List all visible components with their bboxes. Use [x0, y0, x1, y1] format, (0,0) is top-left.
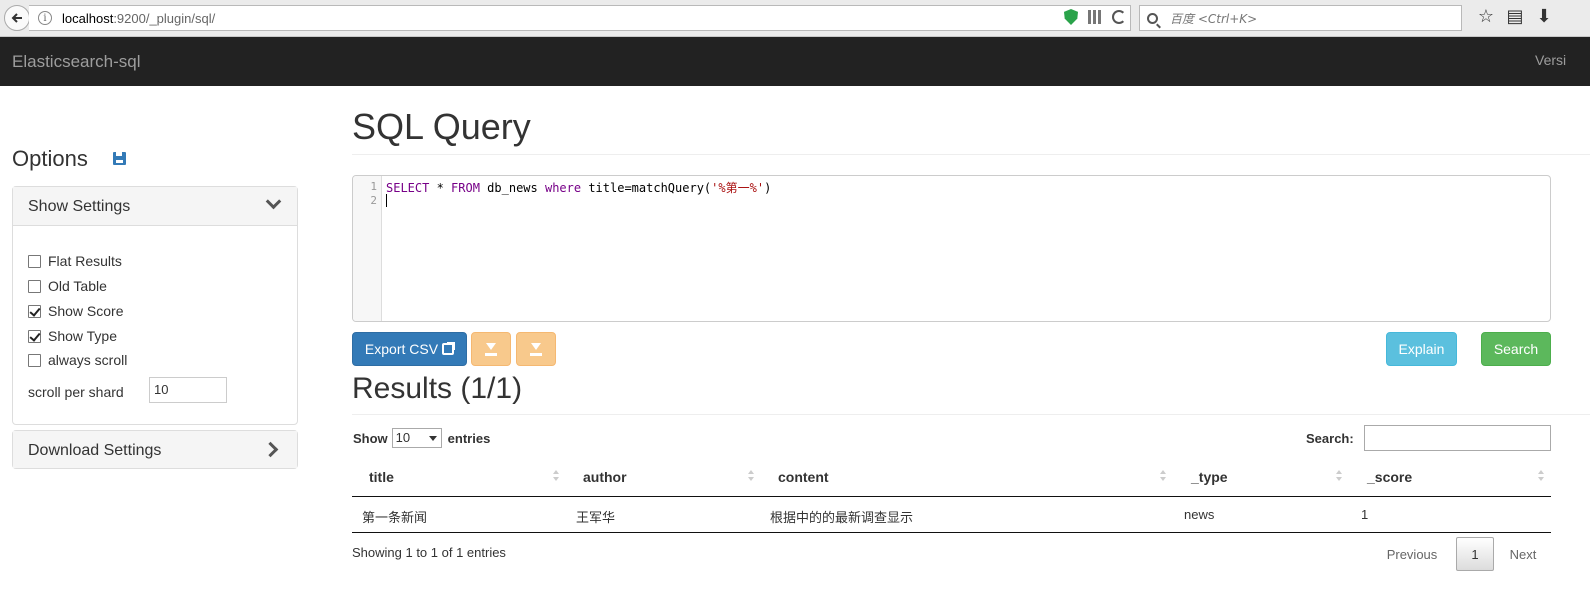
version-link[interactable]: Versi [1535, 52, 1566, 68]
checkbox[interactable] [28, 304, 41, 318]
reload-icon[interactable] [1112, 10, 1126, 24]
table-search-label: Search: [1306, 431, 1354, 446]
reader-list-icon[interactable]: ▤ [1505, 7, 1525, 27]
cell-content: 根据中的的最新调查显示 [770, 511, 914, 526]
download-settings-panel: Download Settings [12, 430, 298, 469]
caret-down-icon [428, 436, 437, 441]
show-settings-title: Show Settings [28, 198, 131, 215]
checkbox-show-type[interactable]: Show Type [28, 327, 117, 345]
column-header-title[interactable]: title [369, 469, 394, 485]
checkbox-always-scroll[interactable]: always scroll [28, 351, 127, 369]
checkbox[interactable] [28, 254, 41, 268]
checkbox[interactable] [28, 329, 41, 343]
table-row: 第一条新闻 王军华 根据中的的最新调查显示 news 1 [352, 497, 1551, 533]
download-all-icon [530, 342, 542, 356]
page-length-select[interactable]: 10 [391, 428, 442, 448]
sql-code-line: SELECT * FROM db_news where title=matchQ… [386, 181, 772, 195]
scroll-per-shard-label: scroll per shard [28, 384, 124, 400]
divider [352, 414, 1590, 415]
cell-title: 第一条新闻 [362, 511, 428, 526]
column-header-content[interactable]: content [778, 469, 829, 485]
line-number: 2 [370, 194, 377, 207]
back-arrow-icon [11, 13, 22, 23]
checkbox-flat-results[interactable]: Flat Results [28, 252, 122, 270]
url-text: localhost:9200/_plugin/sql/ [62, 10, 216, 26]
line-number: 1 [370, 180, 377, 193]
line-number-gutter: 1 2 [353, 176, 382, 321]
column-header-type[interactable]: _type [1191, 469, 1228, 485]
download-settings-header[interactable]: Download Settings [13, 431, 297, 468]
qr-code-icon[interactable] [1088, 10, 1102, 24]
search-icon [1147, 12, 1158, 24]
column-header-score[interactable]: _score [1367, 469, 1412, 485]
back-button[interactable] [4, 5, 30, 31]
show-settings-panel: Show Settings Flat Results Old Table Sho… [12, 186, 298, 425]
sort-icon[interactable] [748, 470, 755, 482]
page-title: SQL Query [352, 106, 531, 147]
top-navbar: Elasticsearch-sql Versi [0, 37, 1590, 86]
sort-icon[interactable] [553, 470, 560, 482]
page-length-control: Show 10 entries [353, 428, 490, 448]
show-settings-header[interactable]: Show Settings [13, 187, 297, 226]
checkbox-show-score[interactable]: Show Score [28, 302, 123, 320]
cell-author: 王军华 [576, 511, 616, 526]
download-icon [485, 342, 497, 356]
shield-icon[interactable] [1064, 9, 1078, 25]
chevron-right-icon [262, 441, 279, 458]
table-search-input[interactable] [1364, 425, 1551, 451]
previous-page-button[interactable]: Previous [1375, 537, 1449, 571]
sort-icon[interactable] [1336, 470, 1343, 482]
sql-editor[interactable]: 1 2 SELECT * FROM db_news where title=ma… [352, 175, 1551, 322]
address-bar[interactable]: i localhost:9200/_plugin/sql/ [29, 5, 1131, 31]
checkbox-old-table[interactable]: Old Table [28, 277, 107, 295]
results-title: Results (1/1) [352, 372, 523, 405]
brand-link[interactable]: Elasticsearch-sql [12, 52, 141, 72]
bookmark-star-icon[interactable]: ☆ [1476, 7, 1496, 27]
info-icon[interactable]: i [38, 11, 52, 25]
sort-icon[interactable] [1160, 470, 1167, 482]
browser-toolbar: i localhost:9200/_plugin/sql/ 百度 <Ctrl+K… [0, 0, 1590, 37]
explain-button[interactable]: Explain [1386, 332, 1457, 366]
external-link-icon [442, 342, 456, 355]
cell-type: news [1184, 507, 1215, 522]
download-settings-title: Download Settings [28, 442, 162, 459]
search-button[interactable]: Search [1481, 332, 1551, 366]
options-title: Options [12, 146, 88, 171]
download-button[interactable] [471, 332, 511, 366]
next-page-button[interactable]: Next [1500, 537, 1546, 571]
browser-search-field[interactable]: 百度 <Ctrl+K> [1139, 5, 1462, 31]
column-header-author[interactable]: author [583, 469, 627, 485]
checkbox[interactable] [28, 353, 41, 367]
search-placeholder: 百度 <Ctrl+K> [1170, 11, 1258, 26]
divider [352, 154, 1590, 155]
save-icon[interactable] [113, 152, 126, 165]
sort-icon[interactable] [1538, 470, 1545, 482]
table-info: Showing 1 to 1 of 1 entries [352, 545, 506, 560]
scroll-per-shard-input[interactable]: 10 [149, 377, 227, 403]
download-icon[interactable]: ⬇ [1534, 7, 1554, 27]
chevron-down-icon [265, 193, 282, 210]
text-cursor [386, 194, 387, 207]
cell-score: 1 [1361, 507, 1369, 522]
download-all-button[interactable] [516, 332, 556, 366]
checkbox[interactable] [28, 279, 41, 293]
page-1-button[interactable]: 1 [1456, 537, 1494, 571]
export-csv-button[interactable]: Export CSV [352, 332, 467, 366]
table-header: title author content _type _score [352, 458, 1551, 497]
